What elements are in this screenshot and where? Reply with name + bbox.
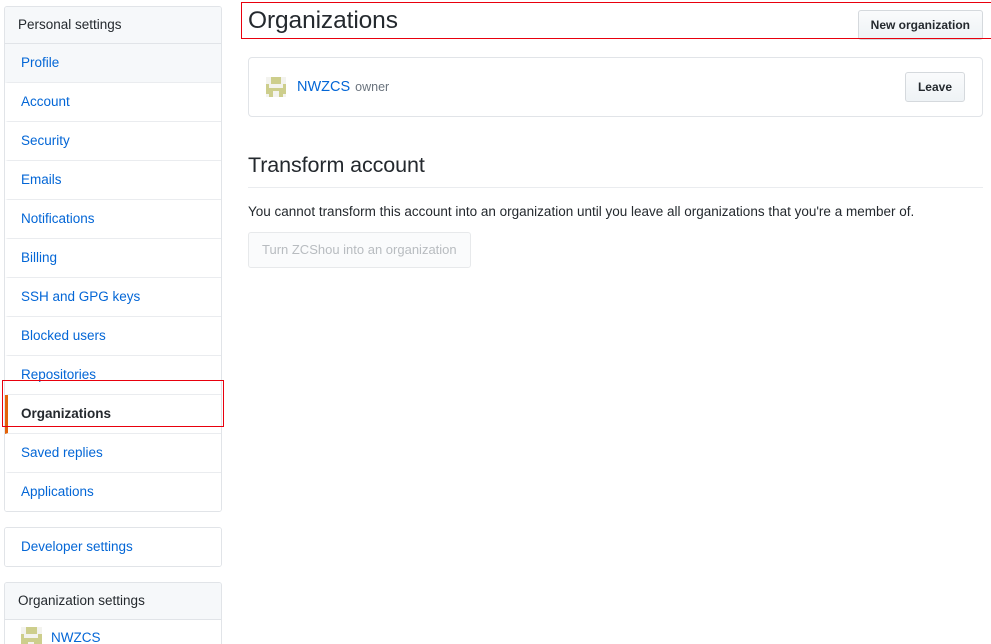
sidebar-item-emails[interactable]: Emails: [5, 161, 221, 200]
transform-account-note: You cannot transform this account into a…: [248, 204, 915, 219]
sidebar-item-account[interactable]: Account: [5, 83, 221, 122]
settings-sidebar: Personal settings Profile Account Securi…: [4, 6, 222, 644]
sidebar-item-blocked-users[interactable]: Blocked users: [5, 317, 221, 356]
personal-settings-header: Personal settings: [5, 7, 221, 44]
sidebar-item-notifications[interactable]: Notifications: [5, 200, 221, 239]
sidebar-item-organizations[interactable]: Organizations: [5, 395, 221, 434]
organization-identity: NWZCS owner: [266, 77, 389, 97]
sidebar-item-security[interactable]: Security: [5, 122, 221, 161]
sidebar-item-org-nwzcs[interactable]: NWZCS: [5, 620, 221, 644]
organization-settings-group: Organization settings NWZCS: [4, 582, 222, 644]
organization-identicon-avatar-icon: [266, 77, 286, 97]
main-content: Organizations New organization NWZCS owne…: [248, 0, 983, 268]
page-title: Organizations: [248, 7, 398, 34]
organization-role-label: owner: [355, 80, 390, 94]
sidebar-item-billing[interactable]: Billing: [5, 239, 221, 278]
sidebar-item-developer-settings[interactable]: Developer settings: [5, 528, 221, 566]
sidebar-item-org-label: NWZCS: [51, 629, 101, 644]
page-header: Organizations New organization: [248, 0, 983, 40]
new-organization-button[interactable]: New organization: [857, 10, 983, 40]
leave-organization-button[interactable]: Leave: [904, 72, 965, 102]
sidebar-item-repositories[interactable]: Repositories: [5, 356, 221, 395]
sidebar-item-saved-replies[interactable]: Saved replies: [5, 434, 221, 473]
personal-settings-group: Personal settings Profile Account Securi…: [4, 6, 222, 512]
organization-name-link[interactable]: NWZCS: [297, 79, 350, 95]
developer-settings-group: Developer settings: [4, 527, 222, 567]
transform-account-title: Transform account: [248, 153, 983, 188]
sidebar-item-profile[interactable]: Profile: [5, 44, 221, 83]
settings-page: Personal settings Profile Account Securi…: [0, 0, 991, 644]
organization-identicon-avatar-icon: [21, 627, 42, 644]
organization-name-wrap: NWZCS owner: [297, 78, 389, 96]
sidebar-item-applications[interactable]: Applications: [5, 473, 221, 511]
organization-settings-header: Organization settings: [5, 583, 221, 620]
sidebar-item-ssh-and-gpg-keys[interactable]: SSH and GPG keys: [5, 278, 221, 317]
organization-list-item: NWZCS owner Leave: [248, 57, 983, 117]
turn-into-organization-button: Turn ZCShou into an organization: [248, 232, 471, 268]
